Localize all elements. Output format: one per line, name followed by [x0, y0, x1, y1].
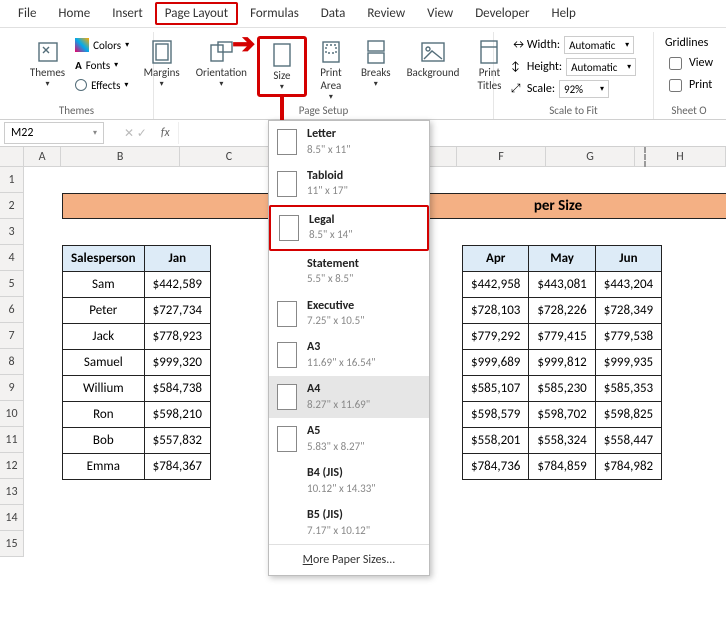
pagesetup-group-label: Page Setup — [299, 104, 348, 119]
scale-combo[interactable]: 92%▾ — [559, 80, 609, 98]
menu-developer[interactable]: Developer — [465, 2, 539, 25]
row-head[interactable]: 11 — [0, 427, 24, 453]
col-head[interactable]: A — [24, 147, 62, 167]
col-head[interactable]: F — [457, 147, 546, 167]
row-head[interactable]: 7 — [0, 323, 24, 349]
margins-button[interactable]: Margins▾ — [138, 36, 186, 91]
size-option-legal[interactable]: Legal8.5" x 14" — [269, 205, 429, 251]
width-combo[interactable]: Automatic▾ — [564, 36, 634, 54]
table-row[interactable]: $779,292$779,415$779,538 — [463, 324, 662, 350]
sheetopts-group-label: Sheet O — [671, 104, 706, 119]
data-table-right: AprMayJun$442,958$443,081$443,204$728,10… — [462, 245, 662, 480]
row-head[interactable]: 13 — [0, 479, 24, 505]
size-option-a5[interactable]: A55.83" x 8.27" — [269, 418, 429, 460]
row-head[interactable]: 12 — [0, 453, 24, 479]
table-row[interactable]: Willium$584,738 — [63, 376, 211, 402]
table-row[interactable]: $728,103$728,226$728,349 — [463, 298, 662, 324]
menu-pagelayout[interactable]: Page Layout — [155, 2, 238, 25]
table-row[interactable]: Ron$598,210 — [63, 402, 211, 428]
table-row[interactable]: Bob$557,832 — [63, 428, 211, 454]
breaks-button[interactable]: Breaks▾ — [355, 36, 397, 91]
row-head[interactable]: 6 — [0, 297, 24, 323]
row-head[interactable]: 14 — [0, 505, 24, 531]
size-option-statement[interactable]: Statement5.5" x 8.5" — [269, 251, 429, 293]
menu-view[interactable]: View — [417, 2, 463, 25]
table-row[interactable]: $585,107$585,230$585,353 — [463, 376, 662, 402]
row-head[interactable]: 15 — [0, 531, 24, 557]
table-row[interactable]: $558,201$558,324$558,447 — [463, 428, 662, 454]
size-option-letter[interactable]: Letter8.5" x 11" — [269, 121, 429, 163]
name-box[interactable]: M22▾ — [4, 122, 104, 144]
col-head[interactable]: G — [546, 147, 635, 167]
view-checkbox[interactable] — [669, 57, 682, 70]
menu-data[interactable]: Data — [311, 2, 356, 25]
page-break — [644, 147, 646, 167]
menu-file[interactable]: File — [8, 2, 46, 25]
themes-button[interactable]: Themes▾ — [24, 36, 71, 91]
effects-button[interactable]: Effects ▾ — [75, 76, 129, 94]
menu-review[interactable]: Review — [357, 2, 415, 25]
printarea-button[interactable]: Print Area▾ — [311, 36, 351, 104]
fonts-button[interactable]: AFonts ▾ — [75, 56, 129, 74]
row-head[interactable]: 1 — [0, 167, 24, 193]
table-row[interactable]: Jack$778,923 — [63, 324, 211, 350]
row-head[interactable]: 9 — [0, 375, 24, 401]
table-row[interactable]: $598,579$598,702$598,825 — [463, 402, 662, 428]
gridlines-label: Gridlines — [665, 36, 713, 50]
themes-group-label: Themes — [59, 104, 94, 119]
table-row[interactable]: Emma$784,367 — [63, 454, 211, 480]
print-checkbox[interactable] — [669, 79, 682, 92]
ribbon: Themes▾ Colors ▾ AFonts ▾ Effects ▾ Them… — [0, 28, 726, 120]
size-option-b5jis[interactable]: B5 (JIS)7.17" x 10.12" — [269, 502, 429, 544]
row-head[interactable]: 8 — [0, 349, 24, 375]
table-row[interactable]: $442,958$443,081$443,204 — [463, 272, 662, 298]
background-button[interactable]: Background — [401, 36, 466, 81]
row-head[interactable]: 5 — [0, 271, 24, 297]
menu-help[interactable]: Help — [541, 2, 585, 25]
table-row[interactable]: Peter$727,734 — [63, 298, 211, 324]
col-head[interactable]: C — [180, 147, 279, 167]
more-paper-sizes[interactable]: More Paper Sizes... — [269, 544, 429, 575]
row-head[interactable]: 3 — [0, 219, 24, 245]
table-row[interactable]: Samuel$999,320 — [63, 350, 211, 376]
menu-insert[interactable]: Insert — [102, 2, 153, 25]
data-table-left: SalespersonJanSam$442,589Peter$727,734Ja… — [62, 245, 211, 480]
size-option-executive[interactable]: Executive7.25" x 10.5" — [269, 293, 429, 335]
menu-home[interactable]: Home — [48, 2, 100, 25]
col-head[interactable]: B — [61, 147, 180, 167]
size-option-a3[interactable]: A311.69" x 16.54" — [269, 334, 429, 376]
menubar: File Home Insert Page Layout Formulas Da… — [0, 0, 726, 28]
row-head[interactable]: 2 — [0, 193, 24, 219]
row-head[interactable]: 4 — [0, 245, 24, 271]
themes-label: Themes — [30, 66, 65, 79]
size-dropdown: Letter8.5" x 11"Tabloid11" x 17"Legal8.5… — [268, 120, 430, 576]
size-option-a4[interactable]: A48.27" x 11.69" — [269, 376, 429, 418]
table-row[interactable]: Sam$442,589 — [63, 272, 211, 298]
size-option-b4jis[interactable]: B4 (JIS)10.12" x 14.33" — [269, 460, 429, 502]
height-combo[interactable]: Automatic▾ — [566, 58, 636, 76]
col-head[interactable]: H — [635, 147, 726, 167]
menu-formulas[interactable]: Formulas — [240, 2, 309, 25]
formula-bar[interactable] — [178, 122, 726, 144]
size-option-tabloid[interactable]: Tabloid11" x 17" — [269, 163, 429, 205]
fx-icon[interactable]: fx — [161, 126, 170, 140]
size-button[interactable]: Size▾ — [257, 36, 307, 97]
scale-group-label: Scale to Fit — [549, 104, 598, 119]
colors-button[interactable]: Colors ▾ — [75, 36, 129, 54]
arrow-icon: ➔ — [232, 26, 255, 61]
table-row[interactable]: $999,689$999,812$999,935 — [463, 350, 662, 376]
row-head[interactable]: 10 — [0, 401, 24, 427]
table-row[interactable]: $784,736$784,859$784,982 — [463, 454, 662, 480]
